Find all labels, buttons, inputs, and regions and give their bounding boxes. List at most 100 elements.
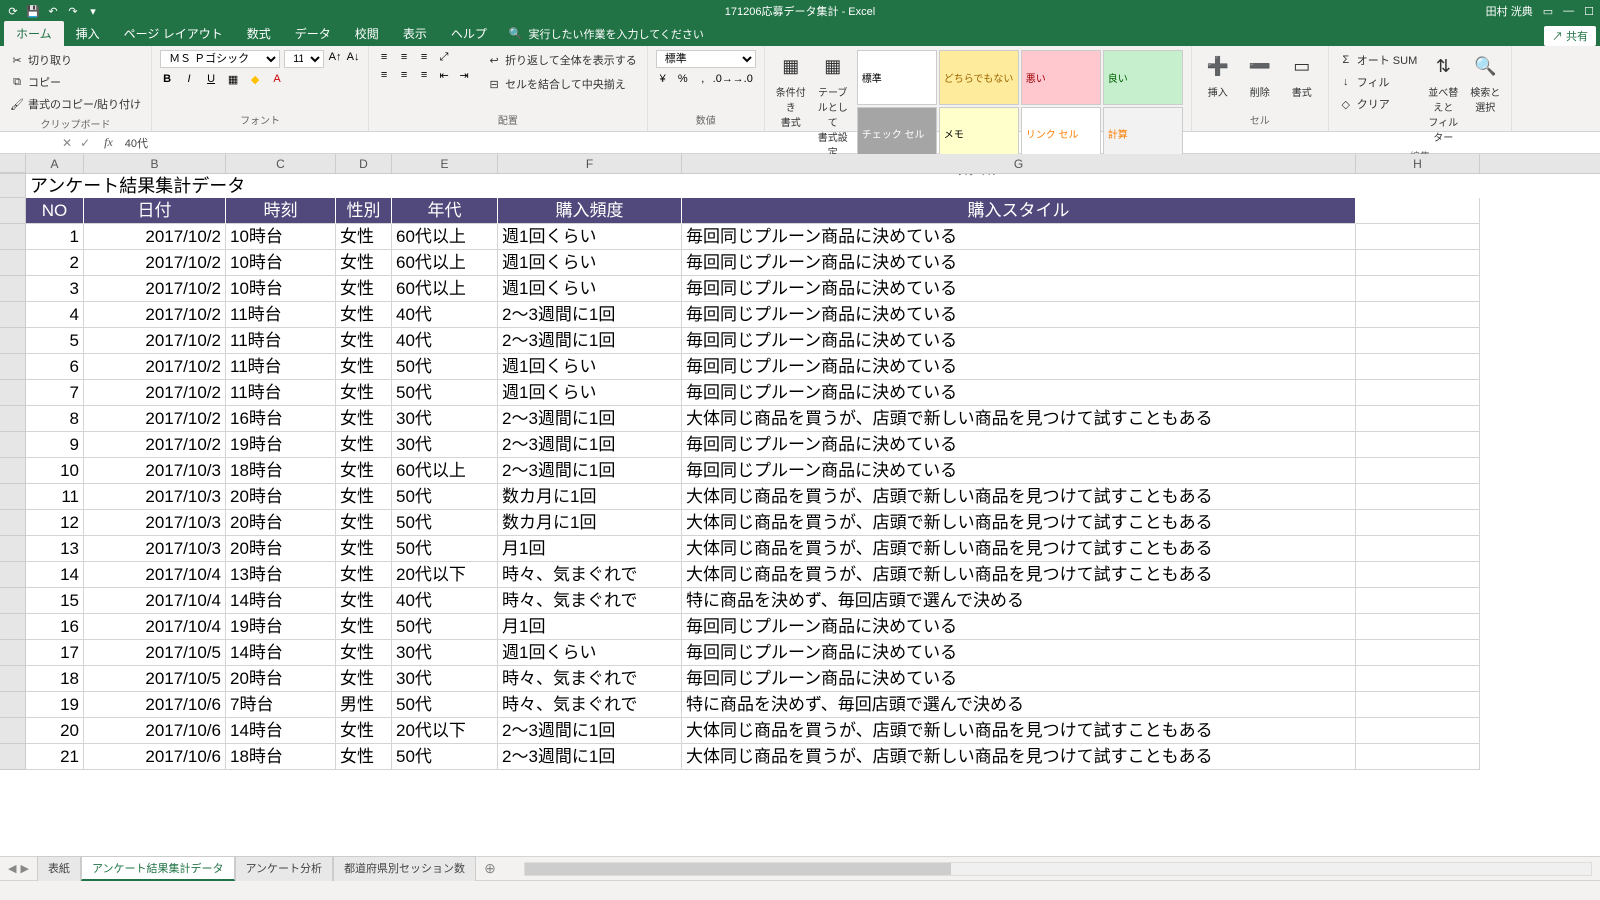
table-cell[interactable]: 13 (26, 536, 84, 562)
table-cell[interactable]: 2017/10/3 (84, 484, 226, 510)
table-cell[interactable] (1356, 484, 1480, 510)
undo-icon[interactable]: ↶ (46, 4, 60, 18)
table-cell[interactable]: 時々、気まぐれで (498, 588, 682, 614)
delete-cells-button[interactable]: ➖削除 (1242, 50, 1278, 101)
ribbon-tab-2[interactable]: ページ レイアウト (112, 21, 235, 46)
table-cell[interactable]: 18 (26, 666, 84, 692)
table-cell[interactable]: 2～3週間に1回 (498, 406, 682, 432)
sheet-tab[interactable]: アンケート分析 (235, 856, 334, 881)
table-cell[interactable]: 5 (26, 328, 84, 354)
table-cell[interactable]: 20時台 (226, 536, 336, 562)
table-cell[interactable]: 20代以下 (392, 718, 498, 744)
table-cell[interactable]: 2～3週間に1回 (498, 432, 682, 458)
sheet-next-icon[interactable]: ▶ (20, 862, 28, 875)
table-cell[interactable]: 女性 (336, 510, 392, 536)
table-cell[interactable]: 16時台 (226, 406, 336, 432)
column-header[interactable]: C (226, 154, 336, 173)
table-cell[interactable]: 2017/10/3 (84, 458, 226, 484)
align-right-icon[interactable]: ≡ (417, 68, 431, 82)
cell-style-option[interactable]: 標準 (857, 50, 937, 105)
table-header-cell[interactable]: 時刻 (226, 198, 336, 224)
table-cell[interactable]: 19時台 (226, 432, 336, 458)
row-header[interactable] (0, 744, 26, 770)
table-cell[interactable]: 女性 (336, 224, 392, 250)
orientation-icon[interactable]: ⤢ (437, 50, 451, 64)
font-name-select[interactable]: ＭＳ Ｐゴシック (160, 50, 280, 68)
number-format-select[interactable]: 標準 (656, 50, 756, 68)
table-cell[interactable]: 毎回同じプルーン商品に決めている (682, 640, 1356, 666)
merge-center-button[interactable]: ⊟セルを結合して中央揃え (485, 74, 639, 94)
ribbon-tab-4[interactable]: データ (283, 21, 343, 46)
table-cell[interactable] (1356, 302, 1480, 328)
table-cell[interactable]: 7 (26, 380, 84, 406)
table-cell[interactable]: 大体同じ商品を買うが、店頭で新しい商品を見つけて試すこともある (682, 484, 1356, 510)
format-painter-button[interactable]: 🖌書式のコピー/貼り付け (8, 94, 143, 114)
table-cell[interactable]: 8 (26, 406, 84, 432)
table-cell[interactable]: 大体同じ商品を買うが、店頭で新しい商品を見つけて試すこともある (682, 744, 1356, 770)
tell-me-search[interactable]: 🔍実行したい作業を入力してください (509, 21, 704, 46)
table-cell[interactable]: 40代 (392, 588, 498, 614)
table-cell[interactable]: 60代以上 (392, 458, 498, 484)
table-header-cell[interactable]: NO (26, 198, 84, 224)
table-cell[interactable]: 2～3週間に1回 (498, 458, 682, 484)
align-bottom-icon[interactable]: ≡ (417, 50, 431, 64)
table-header-cell[interactable]: 購入スタイル (682, 198, 1356, 224)
comma-icon[interactable]: , (696, 72, 710, 86)
table-cell[interactable]: 週1回くらい (498, 224, 682, 250)
table-cell[interactable]: 10 (26, 458, 84, 484)
table-cell[interactable]: 月1回 (498, 536, 682, 562)
table-cell[interactable]: 数カ月に1回 (498, 484, 682, 510)
table-cell[interactable]: 4 (26, 302, 84, 328)
table-cell[interactable]: 9 (26, 432, 84, 458)
table-cell[interactable]: 50代 (392, 354, 498, 380)
table-cell[interactable]: 19時台 (226, 614, 336, 640)
table-cell[interactable]: 40代 (392, 328, 498, 354)
table-cell[interactable]: 2017/10/3 (84, 536, 226, 562)
table-cell[interactable]: 女性 (336, 666, 392, 692)
table-cell[interactable]: 50代 (392, 484, 498, 510)
table-cell[interactable]: 6 (26, 354, 84, 380)
decrease-font-icon[interactable]: A↓ (346, 50, 360, 64)
table-cell[interactable] (1356, 666, 1480, 692)
ribbon-tab-5[interactable]: 校閲 (343, 21, 391, 46)
copy-button[interactable]: ⧉コピー (8, 72, 143, 92)
align-middle-icon[interactable]: ≡ (397, 50, 411, 64)
table-cell[interactable]: 女性 (336, 536, 392, 562)
horizontal-scrollbar[interactable] (524, 862, 1592, 876)
table-cell[interactable]: 2017/10/2 (84, 380, 226, 406)
table-cell[interactable]: 女性 (336, 614, 392, 640)
insert-cells-button[interactable]: ➕挿入 (1200, 50, 1236, 101)
table-cell[interactable]: 18時台 (226, 744, 336, 770)
table-cell[interactable] (1356, 588, 1480, 614)
table-cell[interactable]: 30代 (392, 432, 498, 458)
column-header[interactable]: H (1356, 154, 1480, 173)
sheet-tab[interactable]: 都道府県別セッション数 (333, 856, 476, 881)
row-header[interactable] (0, 250, 26, 276)
table-cell[interactable]: 女性 (336, 406, 392, 432)
worksheet-grid[interactable]: ABCDEFGH アンケート結果集計データNO日付時刻性別年代購入頻度購入スタイ… (0, 154, 1600, 856)
table-cell[interactable]: 7時台 (226, 692, 336, 718)
table-cell[interactable]: 2017/10/2 (84, 302, 226, 328)
table-cell[interactable]: 13時台 (226, 562, 336, 588)
bold-icon[interactable]: B (160, 72, 174, 86)
table-cell[interactable]: 11時台 (226, 302, 336, 328)
table-cell[interactable] (1356, 432, 1480, 458)
fill-color-icon[interactable]: ◆ (248, 72, 262, 86)
table-cell[interactable]: 大体同じ商品を買うが、店頭で新しい商品を見つけて試すこともある (682, 406, 1356, 432)
indent-decrease-icon[interactable]: ⇤ (437, 68, 451, 82)
align-center-icon[interactable]: ≡ (397, 68, 411, 82)
table-cell[interactable]: 60代以上 (392, 276, 498, 302)
table-cell[interactable]: 毎回同じプルーン商品に決めている (682, 224, 1356, 250)
autosave-icon[interactable]: ⟳ (6, 4, 20, 18)
table-cell[interactable]: 2017/10/4 (84, 614, 226, 640)
row-header[interactable] (0, 718, 26, 744)
currency-icon[interactable]: ¥ (656, 72, 670, 86)
table-cell[interactable] (1356, 250, 1480, 276)
table-cell[interactable]: 2017/10/2 (84, 354, 226, 380)
qat-dropdown-icon[interactable]: ▾ (86, 4, 100, 18)
table-cell[interactable]: 特に商品を決めず、毎回店頭で選んで決める (682, 692, 1356, 718)
column-header[interactable]: B (84, 154, 226, 173)
table-cell[interactable]: 2017/10/6 (84, 692, 226, 718)
table-cell[interactable]: 女性 (336, 588, 392, 614)
table-cell[interactable] (1356, 276, 1480, 302)
